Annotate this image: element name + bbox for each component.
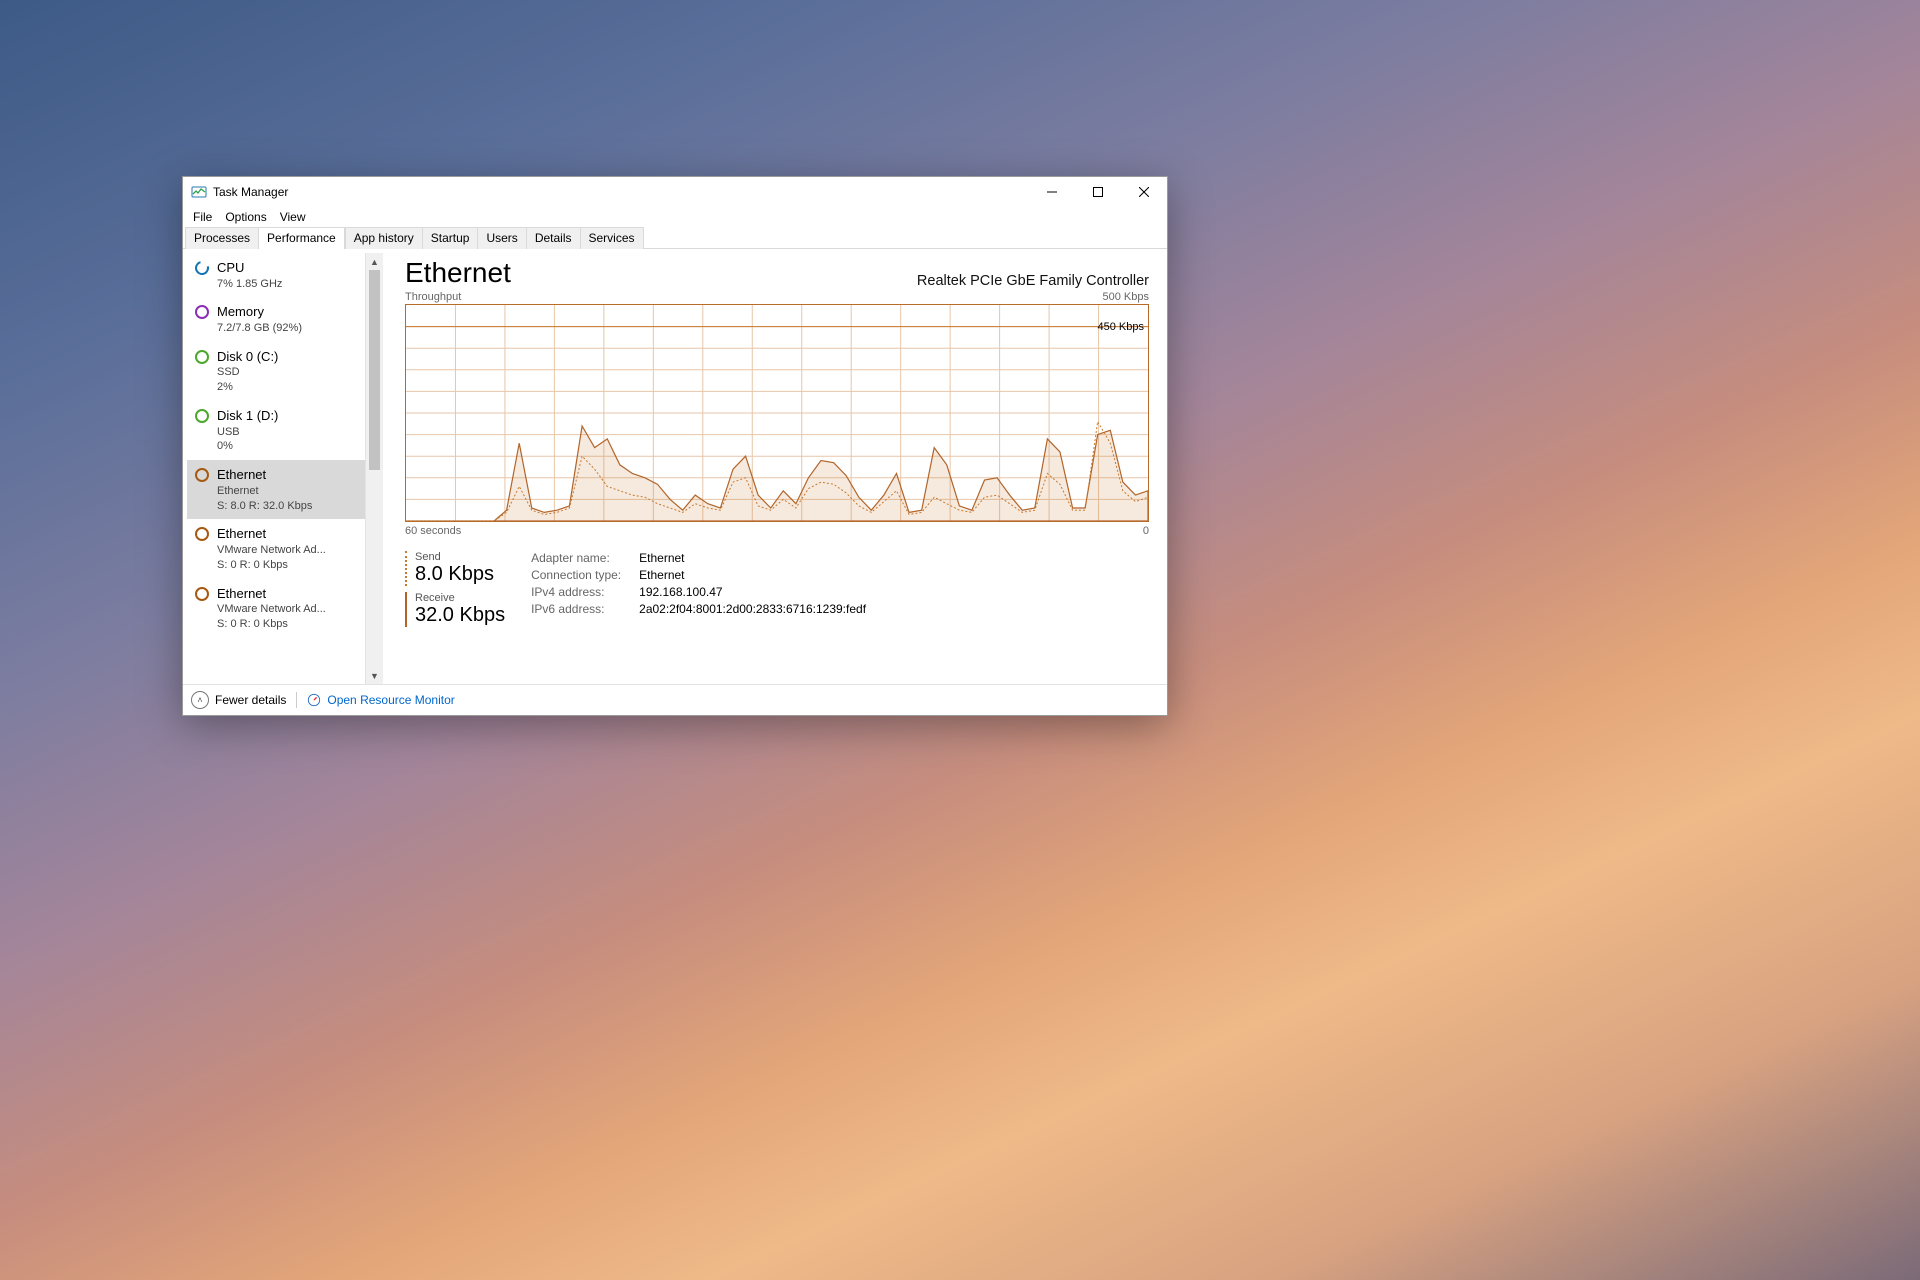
tab-app-history[interactable]: App history (345, 227, 423, 249)
chart-marker-label: 450 Kbps (1098, 321, 1144, 333)
ethernet-icon (195, 587, 209, 601)
sidebar-item-memory[interactable]: Memory7.2/7.8 GB (92%) (187, 297, 365, 341)
main-panel: Ethernet Realtek PCIe GbE Family Control… (383, 249, 1167, 684)
chevron-up-icon: ˄ (191, 691, 209, 709)
tab-details[interactable]: Details (526, 227, 581, 249)
receive-rate-block: Receive 32.0 Kbps (405, 592, 505, 627)
menu-file[interactable]: File (187, 209, 218, 225)
disk-icon (195, 350, 209, 364)
connection-properties: Adapter name: Ethernet Connection type: Et… (531, 551, 866, 627)
adapter-name: Realtek PCIe GbE Family Controller (917, 273, 1149, 289)
prop-value: Ethernet (639, 568, 866, 582)
tab-performance[interactable]: Performance (258, 227, 345, 249)
maximize-button[interactable] (1075, 177, 1121, 207)
prop-value: Ethernet (639, 551, 866, 565)
receive-label: Receive (415, 592, 505, 604)
prop-key: Connection type: (531, 568, 621, 582)
divider (296, 692, 297, 708)
sidebar-item-disk1[interactable]: Disk 1 (D:)USB0% (187, 401, 365, 460)
prop-key: Adapter name: (531, 551, 621, 565)
prop-value: 2a02:2f04:8001:2d00:2833:6716:1239:fedf (639, 602, 866, 616)
chart-xlabel-left: 60 seconds (405, 525, 461, 537)
sidebar-item-label: Ethernet (217, 466, 312, 484)
sidebar-item-label: Disk 1 (D:) (217, 407, 278, 425)
scroll-thumb[interactable] (369, 270, 380, 470)
sidebar-item-label: Ethernet (217, 525, 326, 543)
page-title: Ethernet (405, 257, 511, 289)
throughput-chart[interactable]: 450 Kbps (405, 304, 1149, 522)
tab-users[interactable]: Users (477, 227, 526, 249)
sidebar-item-ethernet-1[interactable]: EthernetVMware Network Ad...S: 0 R: 0 Kb… (187, 519, 365, 578)
chart-xlabel-right: 0 (1143, 525, 1149, 537)
prop-key: IPv4 address: (531, 585, 621, 599)
ethernet-icon (195, 527, 209, 541)
tab-services[interactable]: Services (580, 227, 644, 249)
sidebar-item-disk0[interactable]: Disk 0 (C:)SSD2% (187, 342, 365, 401)
send-label: Send (415, 551, 505, 563)
tab-startup[interactable]: Startup (422, 227, 479, 249)
fewer-details-button[interactable]: ˄ Fewer details (191, 691, 286, 709)
app-icon (191, 184, 207, 200)
window-title: Task Manager (213, 185, 288, 199)
open-resource-monitor-link[interactable]: Open Resource Monitor (307, 693, 454, 707)
tab-processes[interactable]: Processes (185, 227, 259, 249)
chart-label-throughput: Throughput (405, 291, 461, 303)
sidebar-item-cpu[interactable]: CPU7% 1.85 GHz (187, 253, 365, 297)
sidebar-item-label: Memory (217, 303, 302, 321)
minimize-button[interactable] (1029, 177, 1075, 207)
sidebar-item-label: Disk 0 (C:) (217, 348, 278, 366)
sidebar: CPU7% 1.85 GHz Memory7.2/7.8 GB (92%) Di… (183, 249, 383, 684)
ethernet-icon (195, 468, 209, 482)
menu-options[interactable]: Options (219, 209, 272, 225)
sidebar-item-ethernet-0[interactable]: EthernetEthernetS: 8.0 R: 32.0 Kbps (187, 460, 365, 519)
task-manager-window: Task Manager File Options View Processes… (182, 176, 1168, 716)
prop-value: 192.168.100.47 (639, 585, 866, 599)
tabbar: Processes Performance App history Startu… (183, 226, 1167, 249)
scroll-down-icon[interactable]: ▼ (366, 667, 383, 684)
close-button[interactable] (1121, 177, 1167, 207)
sidebar-scrollbar[interactable]: ▲ ▼ (365, 253, 383, 684)
sidebar-item-label: Ethernet (217, 585, 326, 603)
titlebar[interactable]: Task Manager (183, 177, 1167, 207)
chart-label-ymax: 500 Kbps (1103, 291, 1149, 303)
sidebar-item-ethernet-2[interactable]: EthernetVMware Network Ad...S: 0 R: 0 Kb… (187, 579, 365, 638)
menubar: File Options View (183, 207, 1167, 226)
menu-view[interactable]: View (274, 209, 312, 225)
cpu-icon (192, 258, 211, 277)
disk-icon (195, 409, 209, 423)
scroll-up-icon[interactable]: ▲ (366, 253, 383, 270)
send-value: 8.0 Kbps (415, 563, 505, 586)
sidebar-item-label: CPU (217, 259, 282, 277)
send-rate-block: Send 8.0 Kbps (405, 551, 505, 586)
footer: ˄ Fewer details Open Resource Monitor (183, 684, 1167, 715)
prop-key: IPv6 address: (531, 602, 621, 616)
resource-monitor-icon (307, 693, 321, 707)
receive-value: 32.0 Kbps (415, 604, 505, 627)
memory-icon (195, 305, 209, 319)
